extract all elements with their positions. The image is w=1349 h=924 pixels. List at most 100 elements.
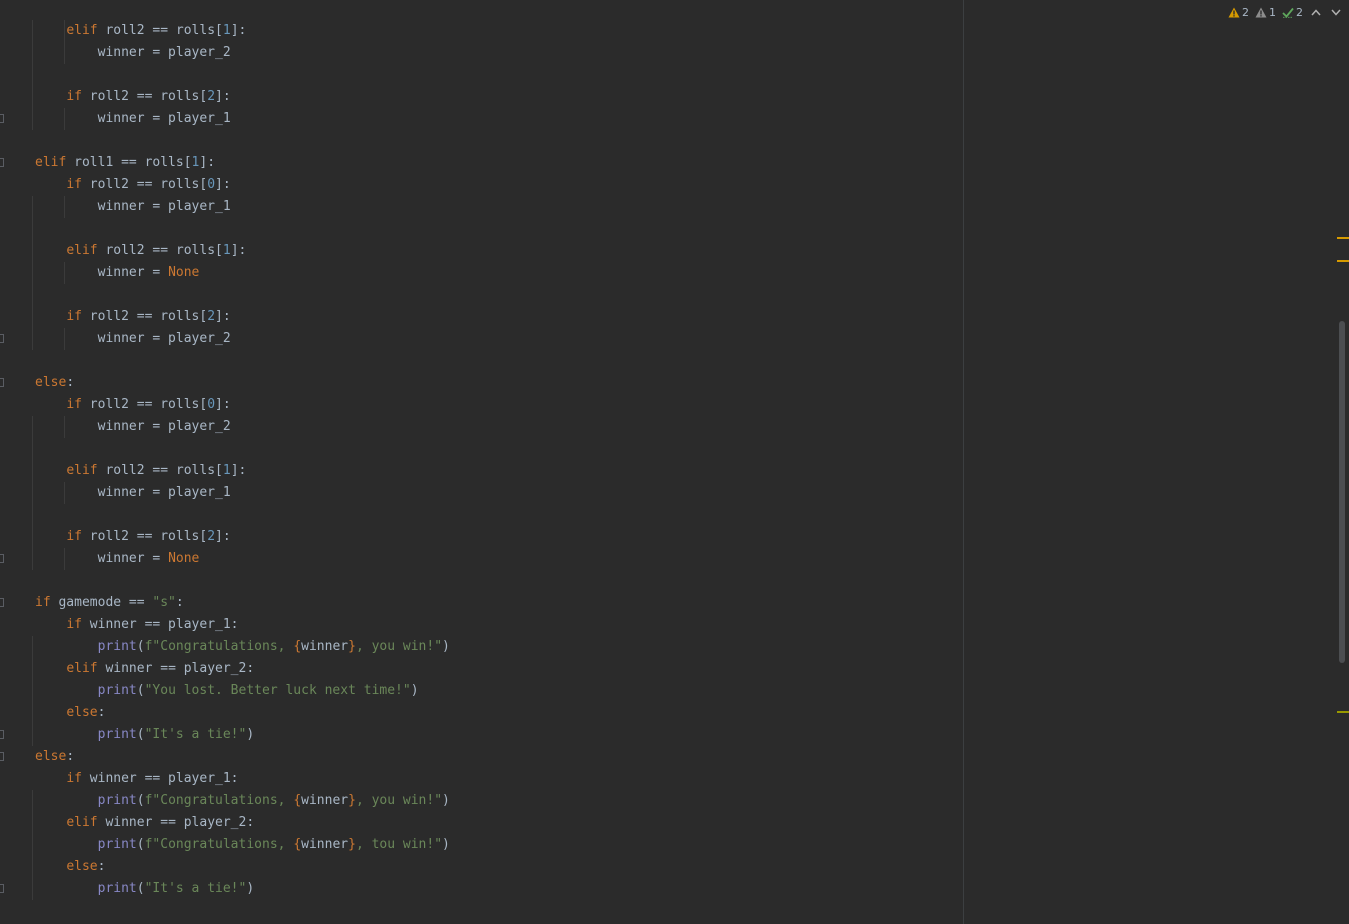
code-token: { <box>293 837 302 852</box>
code-line[interactable]: if winner == player_1: <box>35 614 239 636</box>
code-line[interactable]: print(f"Congratulations, {winner}, tou w… <box>35 834 450 856</box>
code-token: { <box>293 793 302 808</box>
code-token: winner == player_2: <box>97 661 255 676</box>
code-line[interactable]: elif roll2 == rolls[1]: <box>35 460 246 482</box>
code-token: else <box>66 859 98 874</box>
code-token: winner <box>301 639 349 654</box>
code-token: "It's a tie!" <box>144 881 247 896</box>
code-token: print <box>97 837 137 852</box>
code-line[interactable]: elif roll2 == rolls[1]: <box>35 240 246 262</box>
code-token: print <box>97 683 137 698</box>
code-token: print <box>97 881 137 896</box>
code-token: ]: <box>230 243 247 258</box>
code-line[interactable]: else: <box>35 856 105 878</box>
code-token: "s" <box>152 595 176 610</box>
code-token: : <box>66 375 75 390</box>
code-token: if <box>66 177 82 192</box>
code-line[interactable]: winner = None <box>35 262 200 284</box>
code-token: } <box>348 639 356 654</box>
indent-guide <box>32 20 33 130</box>
code-token: elif <box>66 463 98 478</box>
indent-guide <box>64 196 65 218</box>
code-area[interactable]: elif roll2 == rolls[1]: winner = player_… <box>0 0 963 924</box>
code-token: ( <box>136 881 145 896</box>
previous-highlight-button[interactable] <box>1309 5 1323 19</box>
indent-guide <box>64 328 65 350</box>
code-token: roll2 == rolls[ <box>81 529 208 544</box>
indent-guide <box>64 262 65 284</box>
code-line[interactable]: print("You lost. Better luck next time!"… <box>35 680 419 702</box>
code-token: ) <box>410 683 419 698</box>
warning-indicator[interactable]: 2 <box>1228 6 1249 19</box>
warning-icon <box>1228 7 1240 17</box>
code-line[interactable]: print(f"Congratulations, {winner}, you w… <box>35 636 450 658</box>
code-token: roll2 == rolls[ <box>81 397 208 412</box>
inspection-widget[interactable]: 2 1 2 <box>1228 4 1343 20</box>
code-editor[interactable]: elif roll2 == rolls[1]: winner = player_… <box>0 0 1349 924</box>
code-token: , you win!" <box>355 793 443 808</box>
code-line[interactable]: elif winner == player_2: <box>35 658 254 680</box>
code-line[interactable]: if roll2 == rolls[0]: <box>35 174 230 196</box>
typo-check-icon <box>1282 7 1294 18</box>
code-token: ( <box>136 683 145 698</box>
code-line[interactable]: print(f"Congratulations, {winner}, you w… <box>35 790 450 812</box>
code-token: 2 <box>207 89 216 104</box>
indent-guide <box>64 482 65 504</box>
code-line[interactable]: elif roll2 == rolls[1]: <box>35 20 246 42</box>
code-line[interactable]: if roll2 == rolls[2]: <box>35 306 230 328</box>
code-token: : <box>97 705 106 720</box>
code-token: winner == player_1: <box>81 617 239 632</box>
code-line[interactable]: else: <box>35 746 74 768</box>
scroll-thumb[interactable] <box>1339 321 1345 663</box>
code-token: ]: <box>215 529 231 544</box>
code-line[interactable]: winner = None <box>35 548 200 570</box>
indent-guide <box>32 790 33 900</box>
code-token: winner <box>301 837 349 852</box>
code-line[interactable]: print("It's a tie!") <box>35 724 255 746</box>
code-token: 1 <box>222 23 231 38</box>
code-token: : <box>175 595 184 610</box>
code-line[interactable]: if roll2 == rolls[2]: <box>35 86 230 108</box>
code-line[interactable]: if winner == player_1: <box>35 768 238 790</box>
code-line[interactable]: if roll2 == rolls[2]: <box>35 526 231 548</box>
code-token: ) <box>442 639 450 654</box>
code-line[interactable]: else: <box>35 702 105 724</box>
code-token: roll2 == rolls[ <box>97 463 223 478</box>
weak-warning-stripe[interactable] <box>1337 711 1349 713</box>
warning-stripe[interactable] <box>1337 260 1349 262</box>
typo-count: 2 <box>1296 5 1303 19</box>
code-line[interactable]: else: <box>35 372 74 394</box>
code-token: roll2 == rolls[ <box>81 89 208 104</box>
code-token: ) <box>442 793 450 808</box>
code-token: ( <box>136 727 145 742</box>
code-token: ]: <box>215 397 231 412</box>
warning-count: 2 <box>1242 5 1249 19</box>
weak-warning-count: 1 <box>1269 5 1276 19</box>
indent-guide <box>64 108 65 130</box>
code-token: "You lost. Better luck next time!" <box>144 683 411 698</box>
code-token: gamemode == <box>50 595 153 610</box>
vertical-scrollbar[interactable] <box>1337 0 1349 924</box>
code-line[interactable]: if gamemode == "s": <box>35 592 184 614</box>
code-line[interactable]: if roll2 == rolls[0]: <box>35 394 231 416</box>
warning-stripe[interactable] <box>1337 237 1349 239</box>
code-line[interactable]: elif winner == player_2: <box>35 812 254 834</box>
code-token: winner = <box>35 551 169 566</box>
typo-indicator[interactable]: 2 <box>1282 6 1303 19</box>
code-token: ) <box>246 727 255 742</box>
code-line[interactable]: elif roll1 == rolls[1]: <box>35 152 215 174</box>
weak-warning-indicator[interactable]: 1 <box>1255 6 1276 19</box>
code-token: ) <box>246 881 255 896</box>
code-line[interactable]: print("It's a tie!") <box>35 878 255 900</box>
